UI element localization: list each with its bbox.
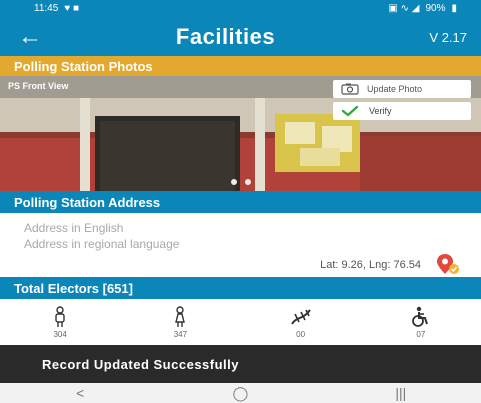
nav-home-icon[interactable]: ◯ <box>210 383 270 403</box>
signal-icon: ▣ ∿ ◢ <box>388 3 420 14</box>
update-photo-label: Update Photo <box>367 84 423 94</box>
male-count: 304 <box>53 329 67 339</box>
carousel-dots <box>0 179 481 185</box>
camera-icon <box>341 83 359 95</box>
update-photo-button[interactable]: Update Photo <box>333 80 471 98</box>
app-version: V 2.17 <box>429 29 467 45</box>
elector-third-gender: 00 <box>241 299 361 345</box>
elector-female: 347 <box>120 299 240 345</box>
system-nav-bar: < ◯ ||| <box>0 383 481 403</box>
status-time: 11:45 <box>34 3 59 14</box>
third-gender-icon <box>290 308 311 325</box>
electors-breakdown: 304 347 00 07 <box>0 299 481 345</box>
female-count: 347 <box>173 329 188 339</box>
polling-station-photo[interactable]: PS Front View Update Photo Verify <box>0 76 481 191</box>
wheelchair-icon <box>411 306 428 327</box>
carousel-dot[interactable] <box>244 179 251 185</box>
lat-lng-readout: Lat: 9.26, Lng: 76.54 <box>320 259 421 271</box>
carousel-dot[interactable] <box>230 179 237 185</box>
map-pin-icon[interactable] <box>435 253 461 275</box>
third-gender-count: 00 <box>296 329 306 339</box>
verify-label: Verify <box>369 106 392 116</box>
address-english: Address in English <box>24 221 124 235</box>
electors-section-header: Total Electors [651] <box>0 277 481 299</box>
nav-recents-icon[interactable]: ||| <box>371 383 431 403</box>
photos-section-header: Polling Station Photos <box>0 56 481 76</box>
page-title: Facilities <box>175 24 276 49</box>
success-toast: Record Updated Successfully <box>0 345 481 383</box>
nav-back-icon[interactable]: < <box>50 383 110 403</box>
app-bar: ← Facilities V 2.17 <box>0 18 481 56</box>
male-icon <box>55 305 65 327</box>
back-arrow-icon[interactable]: ← <box>0 18 60 56</box>
disabled-count: 07 <box>416 329 426 339</box>
elector-disabled: 07 <box>361 299 481 345</box>
address-regional: Address in regional language <box>24 237 180 251</box>
checkmark-icon <box>341 105 359 117</box>
status-bar: 11:45 ♥ ■ ▣ ∿ ◢ 90% ▮ <box>0 0 481 18</box>
address-section-header: Polling Station Address <box>0 191 481 213</box>
battery-level: 90% <box>425 3 446 14</box>
battery-icon: ▮ <box>451 3 457 14</box>
elector-male: 304 <box>0 299 120 345</box>
verify-button[interactable]: Verify <box>333 102 471 120</box>
notification-icon: ♥ ■ <box>64 3 80 14</box>
female-icon <box>175 305 186 327</box>
address-body: Address in English Address in regional l… <box>0 213 481 277</box>
photo-caption: PS Front View <box>8 81 69 91</box>
